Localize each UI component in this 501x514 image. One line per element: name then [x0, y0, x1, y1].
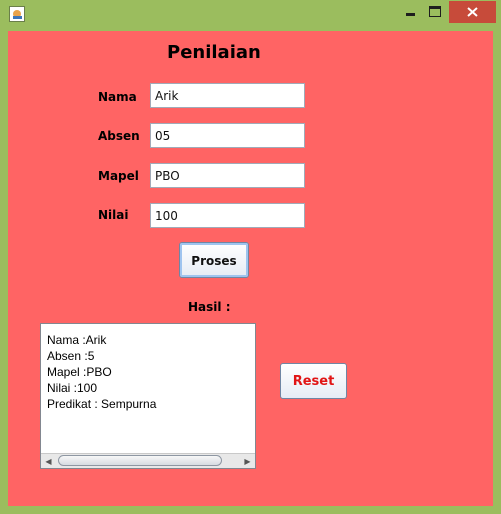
result-line: Nilai :100 [47, 381, 98, 395]
horizontal-scrollbar[interactable]: ◀ ▶ [41, 453, 255, 468]
result-line: Nama :Arik [47, 333, 107, 347]
minimize-button[interactable] [400, 1, 422, 23]
result-lines: Nama :Arik Absen :5 Mapel :PBO Nilai :10… [47, 332, 156, 412]
scroll-thumb[interactable] [58, 455, 222, 466]
close-icon [467, 7, 478, 17]
reset-button[interactable]: Reset [280, 363, 347, 399]
maximize-button[interactable] [424, 1, 446, 23]
nilai-input[interactable] [150, 203, 305, 228]
close-button[interactable] [449, 1, 496, 23]
result-line: Absen :5 [47, 349, 95, 363]
form-panel: Penilaian Nama Absen Mapel Nilai Proses … [8, 31, 493, 506]
mapel-label: Mapel [98, 169, 139, 183]
result-line: Predikat : Sempurna [47, 397, 157, 411]
nama-input[interactable] [150, 83, 305, 108]
maximize-icon [429, 6, 441, 17]
java-app-icon[interactable] [9, 6, 25, 22]
result-line: Mapel :PBO [47, 365, 112, 379]
scroll-left-icon[interactable]: ◀ [41, 454, 56, 468]
absen-label: Absen [98, 129, 140, 143]
result-textarea[interactable]: Nama :Arik Absen :5 Mapel :PBO Nilai :10… [40, 323, 256, 469]
proses-button[interactable]: Proses [179, 242, 249, 278]
title-bar [0, 0, 501, 30]
minimize-icon [406, 13, 415, 16]
mapel-input[interactable] [150, 163, 305, 188]
absen-input[interactable] [150, 123, 305, 148]
nama-label: Nama [98, 90, 137, 104]
form-title: Penilaian [167, 42, 261, 63]
nilai-label: Nilai [98, 208, 129, 222]
hasil-label: Hasil : [188, 300, 231, 314]
scroll-right-icon[interactable]: ▶ [240, 454, 255, 468]
